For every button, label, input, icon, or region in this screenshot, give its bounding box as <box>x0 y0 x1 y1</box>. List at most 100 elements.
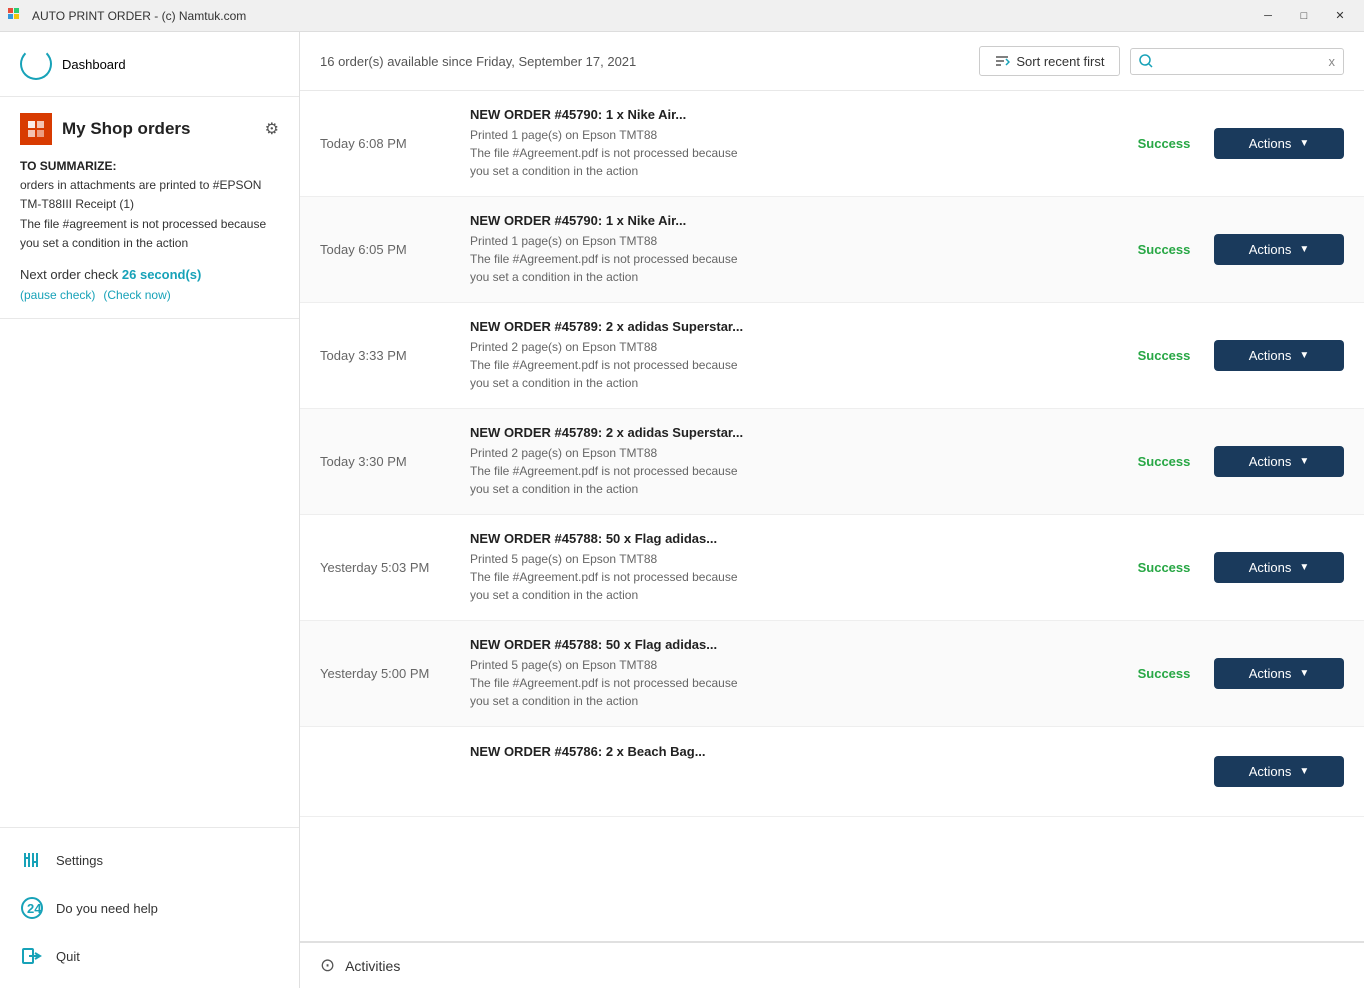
order-desc: Printed 5 page(s) on Epson TMT88 The fil… <box>470 550 1104 604</box>
actions-button[interactable]: Actions ▼ <box>1214 234 1344 265</box>
app-icon <box>8 8 24 24</box>
search-icon <box>1131 49 1161 73</box>
table-row: Today 6:05 PM NEW ORDER #45790: 1 x Nike… <box>300 197 1364 303</box>
order-title: NEW ORDER #45788: 50 x Flag adidas... <box>470 637 1104 652</box>
order-status: Success <box>1114 242 1214 257</box>
status-badge: Success <box>1138 242 1191 257</box>
order-details: NEW ORDER #45786: 2 x Beach Bag... <box>460 744 1114 799</box>
help-icon: 24 <box>20 896 44 920</box>
app-title: AUTO PRINT ORDER - (c) Namtuk.com <box>32 9 1252 23</box>
check-links: (pause check) (Check now) <box>20 288 279 302</box>
order-time: Today 3:33 PM <box>320 348 460 363</box>
svg-text:24: 24 <box>27 901 42 916</box>
gear-icon[interactable]: ⚙ <box>265 119 279 139</box>
office-icon <box>20 113 52 145</box>
minimize-button[interactable]: ─ <box>1252 5 1284 27</box>
search-box: x <box>1130 48 1345 75</box>
order-title: NEW ORDER #45789: 2 x adidas Superstar..… <box>470 319 1104 334</box>
order-title: NEW ORDER #45786: 2 x Beach Bag... <box>470 744 1104 759</box>
sidebar-item-settings[interactable]: Settings <box>0 836 299 884</box>
table-row: Today 6:08 PM NEW ORDER #45790: 1 x Nike… <box>300 91 1364 197</box>
status-badge: Success <box>1138 560 1191 575</box>
chevron-down-icon: ▼ <box>1299 766 1309 777</box>
sidebar: Dashboard My Shop orders ⚙ TO SUMMARIZE: <box>0 32 300 988</box>
summarize-section: TO SUMMARIZE: orders in attachments are … <box>20 157 279 253</box>
order-time: Today 3:30 PM <box>320 454 460 469</box>
order-title: NEW ORDER #45789: 2 x adidas Superstar..… <box>470 425 1104 440</box>
summarize-line1: orders in attachments are printed to #EP… <box>20 176 279 214</box>
table-row: Today 3:30 PM NEW ORDER #45789: 2 x adid… <box>300 409 1364 515</box>
order-status: Success <box>1114 560 1214 575</box>
chevron-down-icon: ▼ <box>1299 138 1309 149</box>
sidebar-item-help[interactable]: 24 Do you need help <box>0 884 299 932</box>
order-desc <box>470 763 1104 799</box>
actions-button[interactable]: Actions ▼ <box>1214 552 1344 583</box>
summarize-title: TO SUMMARIZE: <box>20 157 279 176</box>
order-details: NEW ORDER #45790: 1 x Nike Air... Printe… <box>460 213 1114 286</box>
actions-button[interactable]: Actions ▼ <box>1214 446 1344 477</box>
next-check: Next order check 26 second(s) <box>20 267 279 282</box>
order-details: NEW ORDER #45790: 1 x Nike Air... Printe… <box>460 107 1114 180</box>
actions-button[interactable]: Actions ▼ <box>1214 128 1344 159</box>
actions-button[interactable]: Actions ▼ <box>1214 340 1344 371</box>
table-row: Yesterday 5:00 PM NEW ORDER #45788: 50 x… <box>300 621 1364 727</box>
next-check-prefix: Next order check <box>20 267 118 282</box>
order-title: NEW ORDER #45790: 1 x Nike Air... <box>470 107 1104 122</box>
order-details: NEW ORDER #45788: 50 x Flag adidas... Pr… <box>460 531 1114 604</box>
main-layout: Dashboard My Shop orders ⚙ TO SUMMARIZE: <box>0 32 1364 988</box>
chevron-down-icon: ▼ <box>1299 350 1309 361</box>
dashboard-label: Dashboard <box>62 57 126 72</box>
sort-icon <box>994 53 1010 69</box>
content-area: 16 order(s) available since Friday, Sept… <box>300 32 1364 988</box>
quit-icon <box>20 944 44 968</box>
order-desc: Printed 1 page(s) on Epson TMT88 The fil… <box>470 232 1104 286</box>
activities-bar[interactable]: ⊙ Activities <box>300 941 1364 988</box>
chevron-down-icon: ▼ <box>1299 562 1309 573</box>
dashboard-icon <box>20 48 52 80</box>
sort-button[interactable]: Sort recent first <box>979 46 1119 76</box>
maximize-button[interactable]: □ <box>1288 5 1320 27</box>
check-now-link[interactable]: (Check now) <box>103 288 170 302</box>
summarize-line2: The file #agreement is not processed bec… <box>20 215 279 253</box>
order-desc: Printed 1 page(s) on Epson TMT88 The fil… <box>470 126 1104 180</box>
shop-title: My Shop orders <box>62 119 255 139</box>
order-title: NEW ORDER #45790: 1 x Nike Air... <box>470 213 1104 228</box>
table-row: Yesterday 5:03 PM NEW ORDER #45788: 50 x… <box>300 515 1364 621</box>
activities-icon: ⊙ <box>320 955 335 976</box>
order-count-text: 16 order(s) available since Friday, Sept… <box>320 54 979 69</box>
order-time: Yesterday 5:00 PM <box>320 666 460 681</box>
shop-header: My Shop orders ⚙ <box>20 113 279 145</box>
order-status: Success <box>1114 136 1214 151</box>
order-status: Success <box>1114 666 1214 681</box>
settings-label: Settings <box>56 853 103 868</box>
order-details: NEW ORDER #45789: 2 x adidas Superstar..… <box>460 425 1114 498</box>
sidebar-spacer <box>0 319 299 827</box>
pause-check-link[interactable]: (pause check) <box>20 288 95 302</box>
chevron-down-icon: ▼ <box>1299 456 1309 467</box>
titlebar: AUTO PRINT ORDER - (c) Namtuk.com ─ □ ✕ <box>0 0 1364 32</box>
toolbar: 16 order(s) available since Friday, Sept… <box>300 32 1364 91</box>
sort-label: Sort recent first <box>1016 54 1104 69</box>
sidebar-item-quit[interactable]: Quit <box>0 932 299 980</box>
sidebar-dashboard[interactable]: Dashboard <box>0 32 299 97</box>
order-time: Today 6:05 PM <box>320 242 460 257</box>
status-badge: Success <box>1138 454 1191 469</box>
order-time: Today 6:08 PM <box>320 136 460 151</box>
status-badge: Success <box>1138 666 1191 681</box>
actions-button[interactable]: Actions ▼ <box>1214 658 1344 689</box>
close-button[interactable]: ✕ <box>1324 5 1356 27</box>
activities-label: Activities <box>345 958 400 974</box>
order-details: NEW ORDER #45789: 2 x adidas Superstar..… <box>460 319 1114 392</box>
quit-label: Quit <box>56 949 80 964</box>
actions-button[interactable]: Actions ▼ <box>1214 756 1344 787</box>
order-status: Success <box>1114 348 1214 363</box>
sidebar-bottom: Settings 24 Do you need help <box>0 827 299 988</box>
order-details: NEW ORDER #45788: 50 x Flag adidas... Pr… <box>460 637 1114 710</box>
countdown: 26 second(s) <box>122 267 201 282</box>
window-controls: ─ □ ✕ <box>1252 5 1356 27</box>
search-clear-button[interactable]: x <box>1321 50 1344 73</box>
search-input[interactable] <box>1161 49 1321 74</box>
orders-list[interactable]: Today 6:08 PM NEW ORDER #45790: 1 x Nike… <box>300 91 1364 941</box>
chevron-down-icon: ▼ <box>1299 244 1309 255</box>
status-badge: Success <box>1138 136 1191 151</box>
